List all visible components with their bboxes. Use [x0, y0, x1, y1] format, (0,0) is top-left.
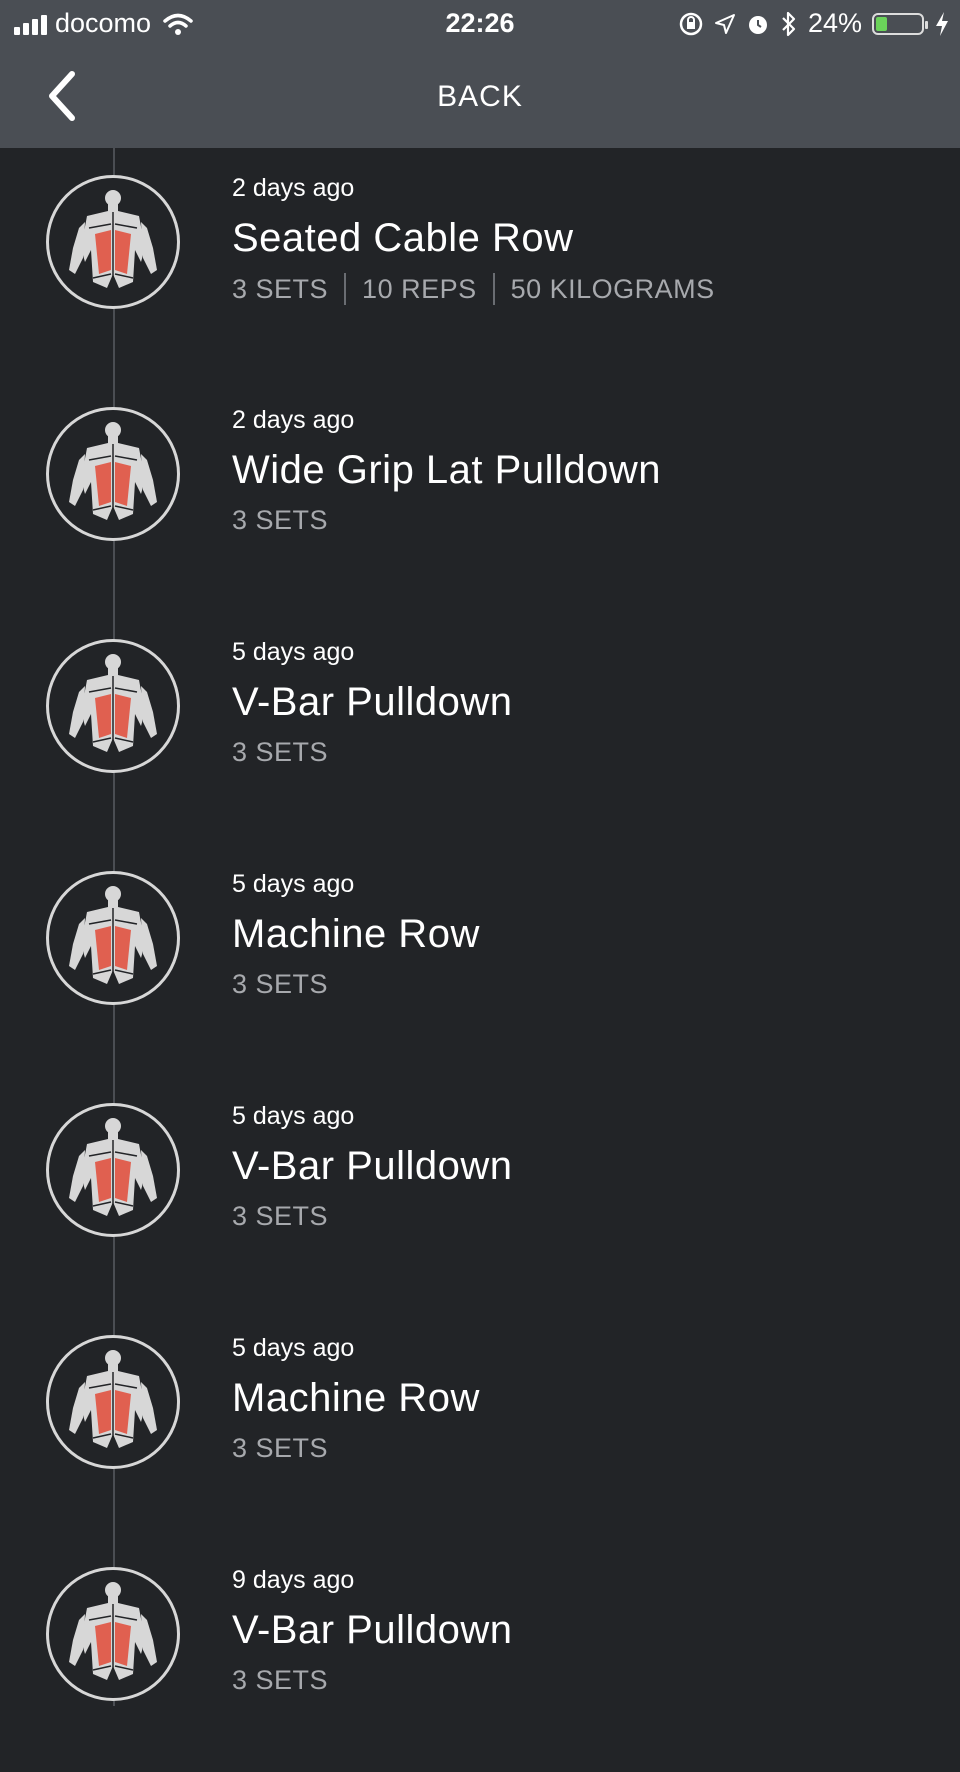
- alarm-icon: [748, 15, 767, 34]
- back-muscles-icon: [46, 1335, 180, 1469]
- workout-name: V-Bar Pulldown: [232, 1608, 513, 1652]
- workout-time-ago: 5 days ago: [232, 870, 355, 898]
- workout-time-ago: 2 days ago: [232, 174, 355, 202]
- battery-icon: [872, 12, 928, 35]
- workout-detail: 3 SETS: [232, 737, 329, 767]
- list-item[interactable]: 2 days ago Seated Cable Row 3 SETS 10 REPS 5…: [0, 148, 960, 380]
- back-muscles-icon: [46, 639, 180, 773]
- back-muscles-icon: [46, 1103, 180, 1237]
- workout-text: 5 days ago V-Bar Pulldown 3 SETS: [232, 1102, 512, 1232]
- workout-text: 2 days ago Wide Grip Lat Pulldown 3 SETS: [232, 406, 661, 536]
- workout-name: Seated Cable Row: [232, 216, 574, 260]
- list-item[interactable]: 5 days ago Machine Row 3 SETS: [0, 1308, 960, 1540]
- workout-detail: 50 KILOGRAMS: [510, 273, 715, 304]
- workout-text: 5 days ago V-Bar Pulldown 3 SETS: [232, 638, 512, 768]
- status-right: 24%: [678, 8, 950, 39]
- workout-name: V-Bar Pulldown: [232, 1144, 513, 1188]
- back-muscles-icon: [46, 1567, 180, 1701]
- back-muscles-icon: [46, 175, 180, 309]
- workout-time-ago: 5 days ago: [232, 1334, 355, 1362]
- workout-time-ago: 9 days ago: [232, 1566, 355, 1594]
- workout-name: Machine Row: [232, 912, 480, 956]
- workout-detail: 3 SETS: [232, 1433, 329, 1463]
- workout-detail: 3 SETS: [232, 273, 329, 304]
- nav-bar: BACK: [0, 48, 960, 148]
- detail-separator: [344, 273, 347, 305]
- battery-percent: 24%: [807, 8, 862, 38]
- workout-detail: 3 SETS: [232, 1665, 329, 1695]
- charging-icon: [936, 11, 948, 36]
- list-item[interactable]: 9 days ago V-Bar Pulldown 3 SETS: [0, 1540, 960, 1772]
- workout-details: 3 SETS: [232, 737, 512, 768]
- workout-text: 5 days ago Machine Row 3 SETS: [232, 1334, 480, 1464]
- bluetooth-icon: [782, 11, 796, 36]
- workout-text: 2 days ago Seated Cable Row 3 SETS 10 REPS 5…: [232, 174, 715, 305]
- detail-separator: [492, 273, 495, 305]
- battery-level-fill: [876, 16, 887, 31]
- list-item[interactable]: 5 days ago Machine Row 3 SETS: [0, 844, 960, 1076]
- status-bar: docomo 22:26 24%: [0, 0, 960, 48]
- back-muscles-icon: [46, 871, 180, 1005]
- workout-time-ago: 2 days ago: [232, 406, 355, 434]
- workout-details: 3 SETS: [232, 505, 661, 536]
- list-item[interactable]: 2 days ago Wide Grip Lat Pulldown 3 SETS: [0, 380, 960, 612]
- workout-time-ago: 5 days ago: [232, 1102, 355, 1130]
- workout-text: 5 days ago Machine Row 3 SETS: [232, 870, 480, 1000]
- workout-details: 3 SETS: [232, 1665, 512, 1696]
- workout-name: V-Bar Pulldown: [232, 680, 513, 724]
- workout-name: Machine Row: [232, 1376, 480, 1420]
- workout-details: 3 SETS: [232, 1201, 512, 1232]
- workout-detail: 3 SETS: [232, 505, 329, 535]
- workout-time-ago: 5 days ago: [232, 638, 355, 666]
- workout-text: 9 days ago V-Bar Pulldown 3 SETS: [232, 1566, 512, 1696]
- list-item[interactable]: 5 days ago V-Bar Pulldown 3 SETS: [0, 612, 960, 844]
- workout-details: 3 SETS: [232, 1433, 480, 1464]
- orientation-lock-icon: [679, 12, 703, 35]
- workout-detail: 3 SETS: [232, 969, 329, 999]
- workout-detail: 3 SETS: [232, 1201, 329, 1231]
- workout-name: Wide Grip Lat Pulldown: [232, 448, 661, 492]
- back-button[interactable]: BACK: [0, 80, 960, 114]
- workout-details: 3 SETS 10 REPS 50 KILOGRAMS: [232, 273, 715, 305]
- workout-history-list: 2 days ago Seated Cable Row 3 SETS 10 REPS 5…: [0, 148, 960, 1772]
- list-item[interactable]: 5 days ago V-Bar Pulldown 3 SETS: [0, 1076, 960, 1308]
- back-muscles-icon: [46, 407, 180, 541]
- workout-details: 3 SETS: [232, 969, 480, 1000]
- location-icon: [714, 13, 735, 34]
- workout-detail: 10 REPS: [362, 273, 477, 304]
